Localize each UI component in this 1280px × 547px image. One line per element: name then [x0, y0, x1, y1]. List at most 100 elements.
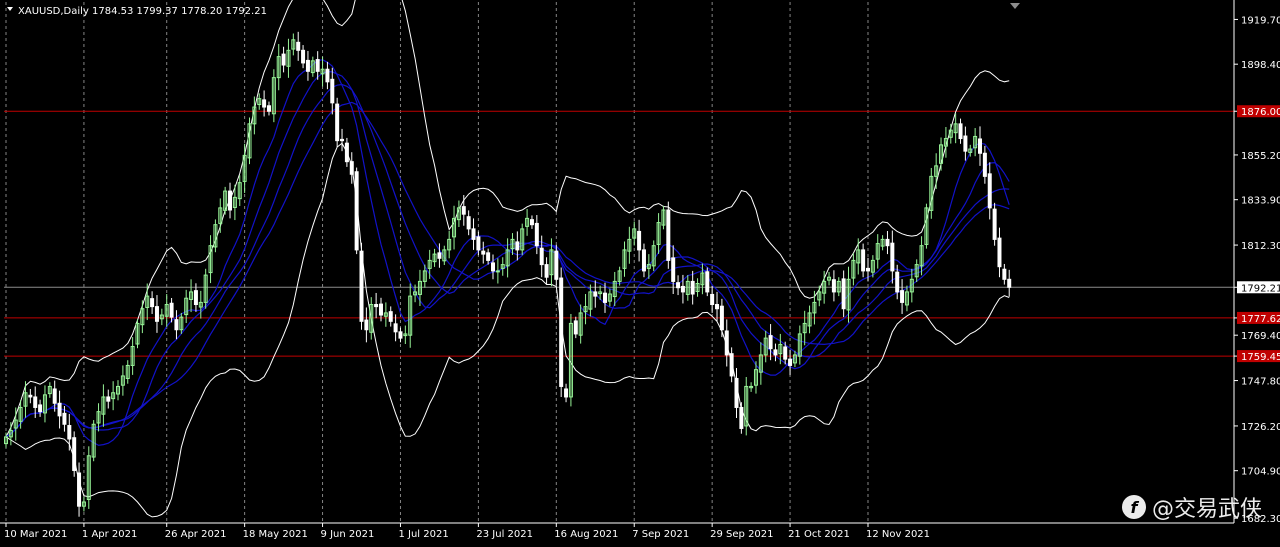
candle-body [705, 271, 710, 293]
x-tick-label: 9 Jun 2021 [321, 529, 375, 540]
candle-body [471, 228, 476, 240]
candle-body [788, 358, 793, 366]
candle-body [987, 173, 992, 209]
candle-body [495, 270, 500, 273]
candle-body [106, 396, 111, 402]
candle-body [900, 290, 905, 303]
candle-body [564, 388, 569, 398]
symbol-label: XAUUSD,Daily [18, 6, 89, 17]
candle-body [262, 99, 267, 108]
y-tick-label: 1777.62 [1241, 314, 1280, 325]
candle-body [154, 306, 159, 322]
candle-body [491, 262, 495, 272]
candle-body [62, 412, 67, 425]
candle-body [67, 425, 72, 440]
candle-body [992, 208, 997, 240]
candle-body [77, 472, 82, 507]
candle-body [481, 250, 486, 255]
chart-background [0, 0, 1280, 543]
candle-body [378, 303, 383, 316]
candle-body [486, 252, 491, 261]
x-tick-label: 16 Aug 2021 [554, 529, 618, 540]
candle-body [534, 222, 539, 247]
candle-body [680, 285, 685, 293]
y-tick-label: 1876.00 [1241, 107, 1280, 118]
candle-body [861, 249, 866, 272]
y-tick-label: 1833.90 [1241, 196, 1280, 207]
candle-body [719, 305, 724, 331]
candle-body [305, 59, 310, 72]
y-tick-label: 1726.20 [1241, 422, 1280, 433]
y-tick-label: 1812.30 [1241, 241, 1280, 252]
candle-body [349, 161, 354, 175]
candle-body [690, 280, 695, 295]
candle-body [676, 282, 681, 289]
candle-body [997, 237, 1002, 268]
y-tick-label: 1898.40 [1241, 60, 1280, 71]
candle-body [466, 216, 471, 230]
watermark-text: @交易武侠 [1151, 497, 1262, 522]
candle-body [364, 319, 369, 331]
candle-body [841, 278, 846, 310]
ohlc-readout: 1784.53 1799.37 1778.20 1792.21 [92, 6, 267, 17]
candle-body [724, 330, 729, 356]
candle-body [978, 138, 982, 154]
candle-body [768, 335, 773, 350]
x-tick-label: 12 Nov 2021 [866, 529, 930, 540]
candle-body [340, 138, 345, 142]
y-tick-label: 1769.40 [1241, 331, 1280, 342]
candle-body [554, 250, 559, 280]
x-tick-label: 1 Jul 2021 [398, 529, 448, 540]
candle-body [865, 267, 870, 272]
candle-body [637, 230, 642, 251]
chart-root[interactable]: 1919.70 1898.40 1876.00 1855.20 1833.90 1812.… [0, 0, 1280, 543]
candle-body [715, 304, 720, 310]
candle-body [388, 311, 393, 322]
price-chart[interactable]: 1919.70 1898.40 1876.00 1855.20 1833.90 1812.… [0, 0, 1280, 543]
candle-body [734, 377, 739, 408]
x-tick-label: 7 Sep 2021 [632, 529, 689, 540]
candle-body [603, 292, 608, 303]
candle-body [710, 293, 715, 306]
candle-body [398, 331, 403, 339]
candle-body [335, 103, 340, 142]
candle-body [437, 252, 442, 259]
candle-body [1007, 278, 1012, 288]
candle-body [539, 247, 544, 266]
candle-body [296, 41, 301, 51]
candle-body [963, 135, 968, 152]
candle-body [301, 49, 306, 64]
x-tick-label: 18 May 2021 [243, 529, 308, 540]
candle-body [344, 142, 349, 163]
candle-body [982, 152, 987, 177]
candle-body [783, 346, 788, 360]
candle-body [515, 241, 520, 251]
candle-body [666, 209, 671, 261]
y-tick-label: 1855.20 [1241, 151, 1280, 162]
x-tick-label: 1 Apr 2021 [82, 529, 137, 540]
candle-body [641, 249, 646, 272]
candle-body [529, 219, 534, 226]
candle-body [359, 250, 364, 322]
weibo-logo-icon: f [1121, 495, 1146, 519]
candle-body [28, 394, 33, 398]
candle-body [193, 290, 198, 306]
y-tick-label: 1792.21 [1241, 283, 1280, 294]
x-tick-label: 26 Apr 2021 [165, 529, 227, 540]
candle-body [476, 236, 481, 251]
candle-body [150, 298, 155, 308]
y-tick-label: 1919.70 [1241, 15, 1280, 26]
candle-body [315, 59, 320, 72]
candle-body [729, 353, 734, 377]
candle-body [169, 302, 174, 318]
x-tick-label: 29 Sep 2021 [710, 529, 773, 540]
candle-body [33, 396, 38, 408]
candle-body [330, 78, 335, 104]
candle-body [593, 291, 598, 297]
watermark: f @交易武侠 [1121, 491, 1262, 523]
candle-body [72, 437, 77, 471]
candle-body [461, 206, 466, 215]
candle-body [773, 349, 778, 356]
candle-body [958, 123, 963, 140]
x-tick-label: 10 Mar 2021 [4, 529, 67, 540]
